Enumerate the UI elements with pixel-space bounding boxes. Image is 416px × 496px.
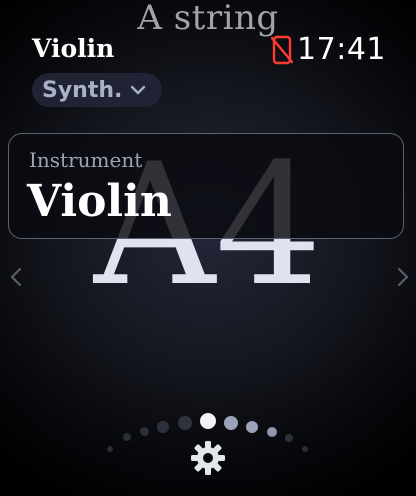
page-dot	[246, 421, 258, 433]
page-dot-active	[200, 413, 216, 429]
sound-selector-button[interactable]: Synth.	[32, 73, 163, 107]
gear-icon[interactable]	[190, 440, 226, 476]
page-dot	[302, 446, 308, 452]
chevron-left-icon[interactable]	[9, 266, 23, 288]
instrument-card-label: Instrument	[29, 148, 143, 172]
page-dot	[178, 416, 192, 430]
instrument-card-value: Violin	[27, 176, 172, 227]
chevron-right-icon[interactable]	[396, 266, 410, 288]
page-title: Violin	[32, 34, 115, 63]
clock: 17:41	[297, 32, 386, 67]
chevron-down-icon	[131, 85, 146, 95]
page-dot	[224, 416, 238, 430]
page-dot	[123, 433, 131, 441]
page-dot	[140, 427, 149, 436]
status-bar: 17:41	[271, 32, 386, 67]
page-dot	[157, 421, 169, 433]
sound-selector-label: Synth.	[42, 77, 123, 103]
instrument-card[interactable]: Instrument Violin	[8, 133, 404, 239]
page-dot	[267, 427, 277, 437]
page-dot	[107, 446, 113, 452]
phone-off-icon	[271, 35, 294, 64]
page-dot	[285, 434, 293, 442]
